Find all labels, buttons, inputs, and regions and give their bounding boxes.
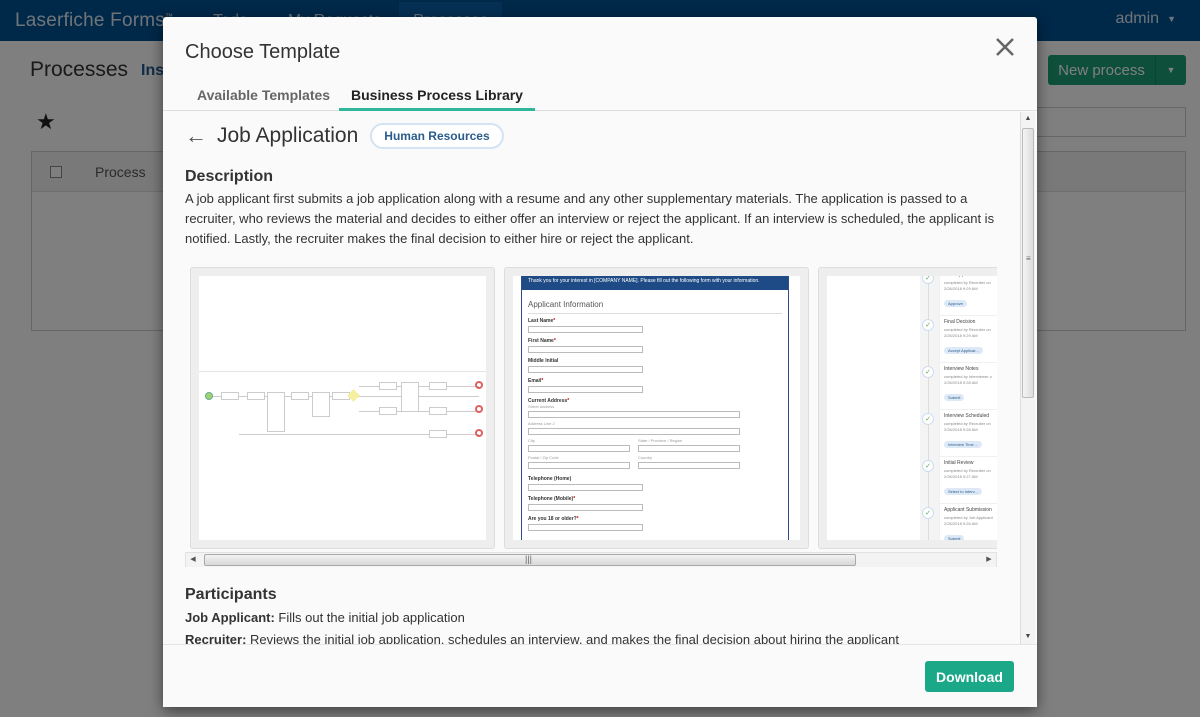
form-field: First Name* bbox=[528, 338, 782, 353]
choose-template-dialog: Choose Template Available Templates Busi… bbox=[163, 17, 1037, 707]
participant-item: Recruiter: Reviews the initial job appli… bbox=[185, 632, 899, 644]
description-heading: Description bbox=[185, 168, 274, 185]
tab-business-process-library[interactable]: Business Process Library bbox=[339, 87, 535, 111]
scroll-right-icon[interactable]: ▶ bbox=[982, 553, 996, 567]
preview-process-diagram[interactable] bbox=[190, 267, 495, 549]
close-button[interactable] bbox=[993, 35, 1017, 59]
start-event-icon bbox=[205, 392, 213, 400]
preview-form[interactable]: Thank you for your interest in [COMPANY … bbox=[504, 267, 809, 549]
scrollbar-thumb[interactable]: ≡ bbox=[1022, 128, 1034, 398]
task-box bbox=[379, 382, 397, 390]
tab-bar: Available Templates Business Process Lib… bbox=[163, 81, 1037, 111]
preview-instance-history[interactable]: ✓Final Applicant Detailscompleted by Rec… bbox=[818, 267, 997, 549]
check-icon: ✓ bbox=[922, 276, 934, 284]
task-box bbox=[429, 407, 447, 415]
form-field: Are you 18 or older?* bbox=[528, 516, 782, 531]
timeline-item: ✓ Final Decision completed by Recruiter on… bbox=[922, 315, 997, 367]
task-box bbox=[247, 392, 265, 400]
participant-item: Job Applicant: Fills out the initial job… bbox=[185, 610, 465, 625]
download-button[interactable]: Download bbox=[925, 661, 1014, 692]
task-box bbox=[429, 382, 447, 390]
back-arrow-icon[interactable]: ← bbox=[185, 123, 207, 149]
timeline-item: ✓Final Applicant Detailscompleted by Rec… bbox=[922, 276, 997, 320]
participants-heading: Participants bbox=[185, 586, 277, 603]
task-box bbox=[401, 382, 419, 412]
task-box bbox=[221, 392, 239, 400]
process-diagram-image bbox=[199, 276, 486, 540]
close-icon bbox=[996, 38, 1014, 56]
description-text: A job applicant first submits a job appl… bbox=[185, 191, 995, 246]
form-field: Last Name* bbox=[528, 318, 782, 333]
end-event-icon bbox=[475, 381, 483, 389]
timeline-item: ✓ Applicant Submission completed by Job Ap… bbox=[922, 503, 997, 540]
flow-line bbox=[359, 386, 479, 387]
template-detail-scroll-area[interactable]: ← Job Application Human Resources Descri… bbox=[163, 112, 1037, 644]
timeline-item: ✓ Interview Scheduled completed by Recruit… bbox=[922, 409, 997, 461]
scrollbar-thumb[interactable]: ||| bbox=[204, 554, 856, 566]
dialog-footer: Download bbox=[163, 644, 1037, 707]
preview-carousel: Thank you for your interest in [COMPANY … bbox=[185, 267, 997, 567]
timeline-item: ✓ Initial Review completed by Recruiter on… bbox=[922, 456, 997, 508]
end-event-icon bbox=[475, 405, 483, 413]
check-icon: ✓ bbox=[922, 507, 934, 519]
carousel-horizontal-scrollbar[interactable]: ◀ ||| ▶ bbox=[185, 552, 997, 567]
category-badge: Human Resources bbox=[370, 123, 504, 149]
instance-history-image: ✓Final Applicant Detailscompleted by Rec… bbox=[827, 276, 997, 540]
check-icon: ✓ bbox=[922, 319, 934, 331]
flow-line bbox=[359, 411, 479, 412]
form-section-title: Applicant Information bbox=[528, 300, 782, 314]
task-box bbox=[291, 392, 309, 400]
form-field: Middle Initial bbox=[528, 358, 782, 373]
swimlane-divider bbox=[199, 371, 486, 372]
task-box bbox=[429, 430, 447, 438]
form-preview: Thank you for your interest in [COMPANY … bbox=[521, 276, 789, 540]
scroll-down-icon[interactable]: ▼ bbox=[1021, 630, 1035, 644]
end-event-icon bbox=[475, 429, 483, 437]
tab-available-templates[interactable]: Available Templates bbox=[185, 87, 342, 111]
check-icon: ✓ bbox=[922, 366, 934, 378]
check-icon: ✓ bbox=[922, 460, 934, 472]
check-icon: ✓ bbox=[922, 413, 934, 425]
scroll-left-icon[interactable]: ◀ bbox=[186, 553, 200, 567]
timeline-item: ✓ Interview Notes completed by Interviewer… bbox=[922, 362, 997, 414]
scroll-up-icon[interactable]: ▲ bbox=[1021, 112, 1035, 126]
template-header: ← Job Application Human Resources bbox=[185, 123, 504, 149]
task-box bbox=[379, 407, 397, 415]
task-box bbox=[267, 392, 285, 432]
dialog-title: Choose Template bbox=[185, 41, 341, 63]
form-field: Email* bbox=[528, 378, 782, 393]
form-field: Current Address* Street Address Address … bbox=[528, 398, 782, 474]
vertical-scrollbar[interactable]: ▲ ≡ ▼ bbox=[1020, 112, 1035, 644]
form-preview-image: Thank you for your interest in [COMPANY … bbox=[513, 276, 800, 540]
form-header: Thank you for your interest in [COMPANY … bbox=[522, 276, 788, 290]
template-name: Job Application bbox=[217, 124, 359, 147]
task-box bbox=[312, 392, 330, 417]
form-field: Telephone (Mobile)* bbox=[528, 496, 782, 511]
form-field: Telephone (Home) bbox=[528, 476, 782, 491]
